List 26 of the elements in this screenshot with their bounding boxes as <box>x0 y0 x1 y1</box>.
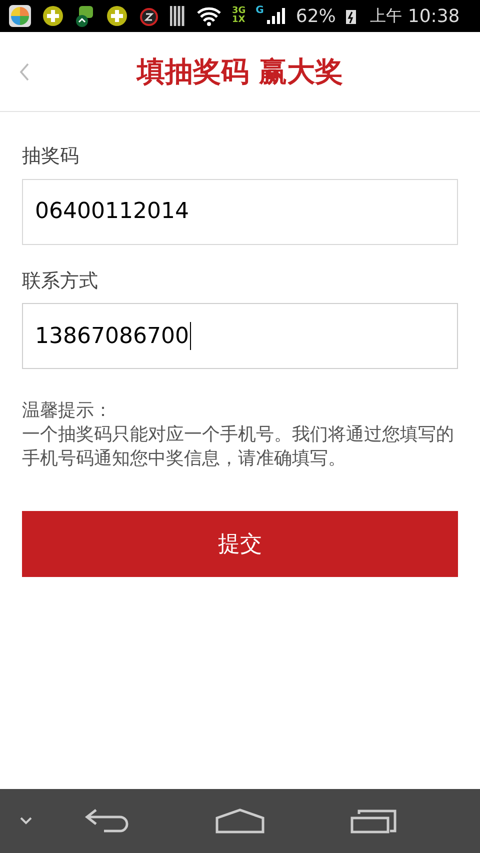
app-icon <box>8 4 32 28</box>
network-label: 1X <box>232 16 246 25</box>
alarm-icon <box>138 5 160 27</box>
battery-text: 62% <box>296 4 336 28</box>
recent-apps-icon[interactable] <box>350 808 398 834</box>
page-title: 填抽奖码 赢大奖 <box>137 54 343 90</box>
back-icon <box>19 63 29 81</box>
tip-title: 温馨提示： <box>22 399 113 423</box>
clock-text: 10:38 <box>408 4 460 28</box>
signal-icon <box>266 8 286 24</box>
field-label: 抽奖码 <box>22 144 80 169</box>
network-label: 3G <box>232 7 246 16</box>
plus-icon <box>42 5 64 27</box>
input-field[interactable]: 06400112014 <box>22 178 458 244</box>
tip-text: 一个抽奖码只能对应一个手机号。我们将通过您填写的手机号码通知您中奖信息，请准确填写。 <box>22 423 455 471</box>
home-icon[interactable] <box>215 808 265 834</box>
network-label: G <box>256 4 264 18</box>
field-label: 联系方式 <box>22 268 99 294</box>
submit-button[interactable]: 提交 <box>22 511 458 577</box>
wifi-icon <box>196 6 222 26</box>
back-arrow-icon[interactable] <box>84 808 130 834</box>
chevron-down-icon[interactable] <box>20 817 32 825</box>
battery-icon <box>346 8 356 24</box>
input-field[interactable]: 13867086700 <box>22 303 458 369</box>
time-period: 上午 <box>370 5 402 27</box>
plus-icon <box>106 5 128 27</box>
